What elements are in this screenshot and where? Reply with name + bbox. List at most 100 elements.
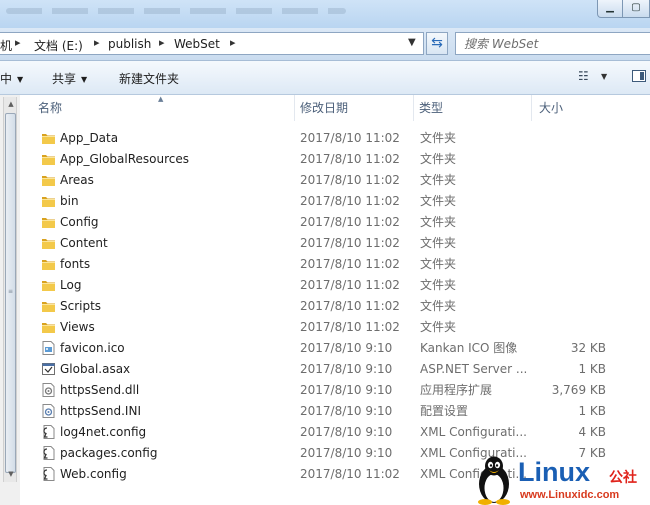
column-header: ▲ 名称 修改日期 类型 大小 — [21, 95, 650, 121]
file-size — [536, 296, 606, 317]
file-date: 2017/8/10 11:02 — [300, 278, 400, 292]
file-name: bin — [60, 194, 79, 208]
scroll-up-icon[interactable]: ▲ — [5, 97, 17, 111]
breadcrumb-chevron-icon[interactable]: ▸ — [15, 36, 21, 49]
file-date: 2017/8/10 11:02 — [300, 152, 400, 166]
folder-icon — [41, 257, 56, 271]
file-row[interactable]: log4net.config 2017/8/10 9:10 XML Configur… — [21, 422, 650, 443]
file-size: 1 KB — [578, 404, 606, 418]
column-date[interactable]: 修改日期 — [300, 95, 413, 121]
breadcrumb-chevron-icon[interactable]: ▸ — [159, 36, 165, 49]
search-box[interactable] — [455, 32, 650, 55]
file-date: 2017/8/10 9:10 — [300, 341, 393, 355]
scroll-down-icon[interactable]: ▼ — [5, 467, 17, 481]
file-date: 2017/8/10 9:10 — [300, 425, 393, 439]
view-options-icon[interactable]: ☷ — [578, 69, 589, 83]
breadcrumb-computer[interactable]: 机 — [0, 37, 12, 54]
maximize-icon: ▢ — [631, 2, 641, 13]
file-name: Web.config — [60, 467, 127, 481]
file-name: httpsSend.dll — [60, 383, 140, 397]
preview-pane-icon[interactable] — [632, 70, 646, 82]
file-name: Global.asax — [60, 362, 131, 376]
share-button[interactable]: 共享 ▼ — [52, 70, 87, 87]
search-input[interactable] — [464, 34, 634, 53]
file-row[interactable]: Log 2017/8/10 11:02 文件夹 — [21, 275, 650, 296]
file-type: 应用程序扩展 — [420, 383, 493, 397]
file-name: App_GlobalResources — [60, 152, 190, 166]
file-row[interactable]: favicon.ico 2017/8/10 9:10 Kankan ICO 图像 32… — [21, 338, 650, 359]
file-type: 文件夹 — [420, 173, 457, 187]
file-row[interactable]: fonts 2017/8/10 11:02 文件夹 — [21, 254, 650, 275]
new-folder-button[interactable]: 新建文件夹 — [119, 70, 179, 87]
file-row[interactable]: httpsSend.INI 2017/8/10 9:10 配置设置 1 KB — [21, 401, 650, 422]
file-type: XML Configurati... — [420, 425, 527, 439]
breadcrumb-chevron-icon[interactable]: ▸ — [94, 36, 100, 49]
breadcrumb-chevron-icon[interactable]: ▸ — [230, 36, 236, 49]
view-dropdown-icon[interactable]: ▼ — [601, 72, 607, 81]
folder-icon — [41, 194, 56, 208]
file-row[interactable]: App_GlobalResources 2017/8/10 11:02 文件夹 — [21, 149, 650, 170]
folder-icon — [41, 278, 56, 292]
scrollbar-thumb[interactable]: ≡ — [5, 113, 16, 473]
file-date: 2017/8/10 9:10 — [300, 362, 393, 376]
file-row[interactable]: Config 2017/8/10 11:02 文件夹 — [21, 212, 650, 233]
dropdown-arrow-icon: ▼ — [81, 75, 88, 84]
file-name: favicon.ico — [60, 341, 125, 355]
file-date: 2017/8/10 11:02 — [300, 194, 400, 208]
watermark-logo-text: Linux — [518, 457, 590, 487]
column-divider[interactable] — [413, 95, 414, 121]
file-type: ASP.NET Server ... — [420, 362, 528, 376]
file-date: 2017/8/10 11:02 — [300, 467, 400, 481]
column-name[interactable]: 名称 — [38, 95, 296, 121]
file-row[interactable]: Views 2017/8/10 11:02 文件夹 — [21, 317, 650, 338]
file-size — [536, 275, 606, 296]
tux-penguin-icon — [478, 456, 510, 505]
config-file-icon — [41, 446, 56, 460]
file-name: Content — [60, 236, 108, 250]
navigation-pane-bottom — [0, 482, 20, 505]
file-row[interactable]: Content 2017/8/10 11:02 文件夹 — [21, 233, 650, 254]
address-dropdown-icon[interactable]: ▼ — [408, 37, 416, 48]
blurred-title-text — [6, 8, 346, 14]
file-row[interactable]: httpsSend.dll 2017/8/10 9:10 应用程序扩展 3,769 K… — [21, 380, 650, 401]
file-date: 2017/8/10 11:02 — [300, 320, 400, 334]
file-name: Scripts — [60, 299, 102, 313]
minimize-icon: ▁ — [606, 2, 614, 13]
organize-button[interactable]: 中 ▼ — [0, 70, 23, 87]
column-type[interactable]: 类型 — [419, 95, 531, 121]
file-size — [536, 149, 606, 170]
address-bar[interactable]: 机 ▸ 文档 (E:) ▸ publish ▸ WebSet ▸ ▼ — [0, 32, 424, 55]
file-size — [536, 170, 606, 191]
folder-icon — [41, 173, 56, 187]
file-type: 文件夹 — [420, 131, 457, 145]
file-row[interactable]: bin 2017/8/10 11:02 文件夹 — [21, 191, 650, 212]
column-divider[interactable] — [531, 95, 532, 121]
breadcrumb-webset[interactable]: WebSet — [174, 37, 220, 51]
folder-icon — [41, 152, 56, 166]
file-size — [536, 317, 606, 338]
navigation-scrollbar[interactable]: ▲ ≡ ▼ — [3, 97, 17, 482]
organize-label: 中 — [0, 72, 13, 86]
breadcrumb-drive[interactable]: 文档 (E:) — [34, 37, 83, 54]
file-row[interactable]: App_Data 2017/8/10 11:02 文件夹 — [21, 128, 650, 149]
refresh-button[interactable]: ⇆ — [426, 32, 448, 55]
file-type: 文件夹 — [420, 299, 457, 313]
file-name: Log — [60, 278, 82, 292]
column-size[interactable]: 大小 — [539, 95, 639, 121]
file-name: App_Data — [60, 131, 119, 145]
breadcrumb-publish[interactable]: publish — [108, 37, 151, 51]
file-row[interactable]: Global.asax 2017/8/10 9:10 ASP.NET Server … — [21, 359, 650, 380]
image-file-icon — [41, 341, 56, 355]
maximize-button[interactable]: ▢ — [622, 0, 650, 18]
file-type: 文件夹 — [420, 257, 457, 271]
file-row[interactable]: Areas 2017/8/10 11:02 文件夹 — [21, 170, 650, 191]
file-size: 4 KB — [578, 425, 606, 439]
file-name: Areas — [60, 173, 94, 187]
file-row[interactable]: Scripts 2017/8/10 11:02 文件夹 — [21, 296, 650, 317]
file-size — [536, 212, 606, 233]
column-divider[interactable] — [294, 95, 295, 121]
minimize-button[interactable]: ▁ — [597, 0, 623, 18]
watermark-logo-cn: 公社 — [609, 470, 637, 486]
dropdown-arrow-icon: ▼ — [17, 75, 24, 84]
file-size — [536, 191, 606, 212]
